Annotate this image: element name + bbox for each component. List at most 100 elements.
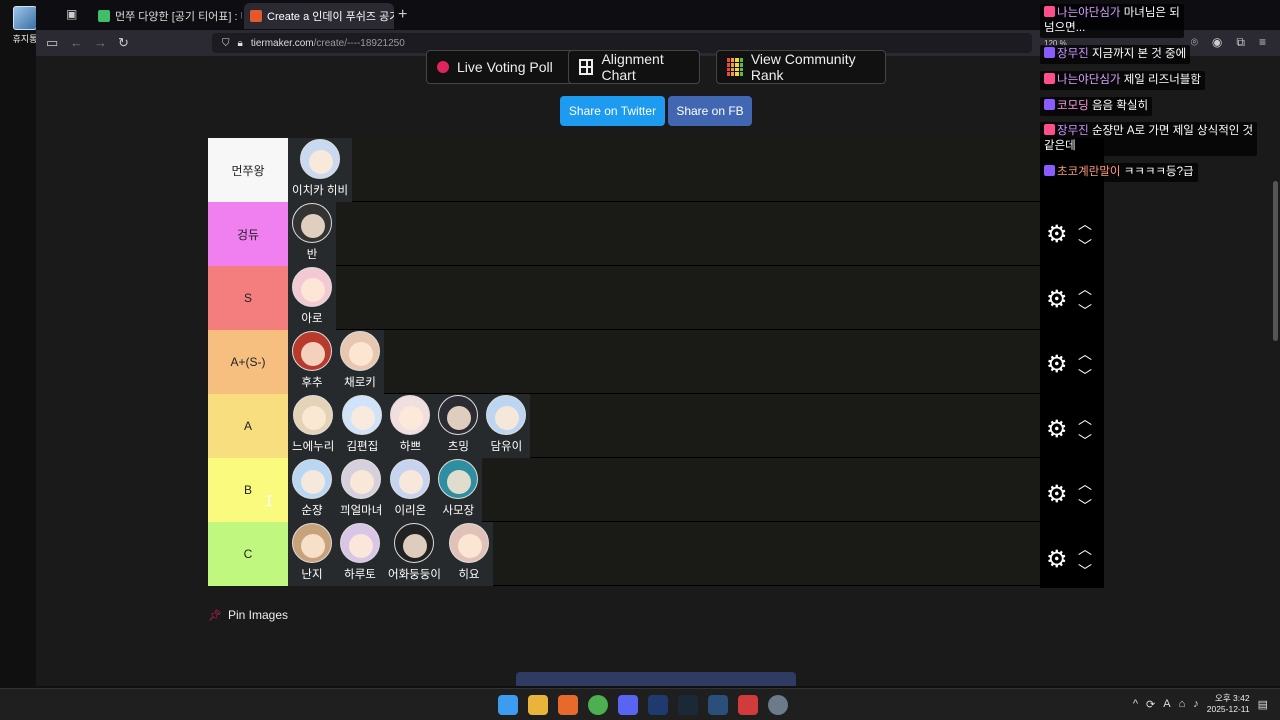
gear-icon[interactable]: ⚙: [1046, 223, 1068, 247]
settings-gear-icon[interactable]: [768, 695, 788, 715]
chevron-up-icon[interactable]: ︿: [1078, 542, 1092, 556]
gear-icon[interactable]: ⚙: [1046, 353, 1068, 377]
chevron-down-icon[interactable]: ﹀: [1078, 499, 1092, 513]
chevron-down-icon[interactable]: ﹀: [1078, 564, 1092, 578]
chevron-up-icon[interactable]: ︿: [1078, 412, 1092, 426]
tier-label[interactable]: C: [208, 522, 288, 586]
chat-nickname[interactable]: 나는야단심가: [1057, 7, 1120, 19]
tier-label[interactable]: S: [208, 266, 288, 330]
chat-nickname[interactable]: 장무진: [1057, 48, 1089, 60]
tab-tiermaker-create[interactable]: Create a 인데이 푸쉬즈 공기 E ✕: [244, 3, 394, 29]
share-twitter-button[interactable]: Share on Twitter: [560, 96, 665, 126]
tier-item[interactable]: 김편집: [338, 394, 387, 458]
chevron-up-icon[interactable]: ︿: [1078, 282, 1092, 296]
notification-icon[interactable]: ▤: [1258, 698, 1268, 711]
chevron-up-icon[interactable]: ︿: [1078, 477, 1092, 491]
tier-label[interactable]: A+(S-): [208, 330, 288, 394]
tier-items[interactable]: 아로: [288, 266, 336, 330]
sidebar-toggle-icon[interactable]: ▭: [46, 35, 58, 51]
tier-item[interactable]: 츠밍: [434, 394, 483, 458]
file-explorer-icon[interactable]: [528, 695, 548, 715]
tier-item[interactable]: 하쁘: [386, 394, 435, 458]
chat-message-row: 나는야단심가 제일 리즈너블함: [1040, 70, 1280, 96]
gear-icon[interactable]: ⚙: [1046, 418, 1068, 442]
chevron-up-icon[interactable]: ︿: [1078, 217, 1092, 231]
chevron-down-icon[interactable]: ﹀: [1078, 369, 1092, 383]
chat-nickname[interactable]: 나는야단심가: [1057, 74, 1120, 86]
tier-item[interactable]: 반: [288, 202, 336, 266]
share-fb-button[interactable]: Share on FB: [668, 96, 752, 126]
volume-icon[interactable]: ♪: [1193, 698, 1199, 710]
input-language-icon[interactable]: A: [1163, 698, 1170, 710]
tier-item[interactable]: 채로키: [336, 330, 384, 394]
character-avatar: [438, 395, 479, 435]
chevron-down-icon[interactable]: ﹀: [1078, 304, 1092, 318]
sync-icon[interactable]: ⟳: [1146, 698, 1155, 711]
steam-icon[interactable]: [678, 695, 698, 715]
gear-icon[interactable]: ⚙: [1046, 483, 1068, 507]
tier-item[interactable]: 순쟝: [288, 458, 336, 522]
alignment-chart-button[interactable]: Alignment Chart: [568, 50, 700, 84]
chevron-down-icon[interactable]: ﹀: [1078, 239, 1092, 253]
chrome-icon[interactable]: [588, 695, 608, 715]
clock[interactable]: 오후 3:42 2025-12-11: [1207, 693, 1250, 715]
tier-items[interactable]: 느에누리 김편집 하쁘 츠밍 담유이: [288, 394, 531, 458]
tier-item[interactable]: 이치카 히비: [288, 138, 353, 202]
character-avatar: [292, 331, 332, 371]
tier-item[interactable]: 히요: [444, 522, 493, 586]
tab-tier-list-post[interactable]: 먼쭈 다양한 [공기 티어표] : 네 ✕: [92, 3, 242, 29]
tier-row-controls: ⚙ ︿ ﹀: [1040, 333, 1104, 397]
tier-items[interactable]: 후추 채로키: [288, 330, 384, 394]
gear-icon[interactable]: ⚙: [1046, 548, 1068, 572]
tier-items[interactable]: 반: [288, 202, 336, 266]
new-tab-icon[interactable]: +: [398, 6, 407, 24]
tier-label[interactable]: A: [208, 394, 288, 458]
shield-icon[interactable]: ⛉: [222, 38, 230, 49]
tier-label[interactable]: 겅듀: [208, 202, 288, 266]
view-community-rank-button[interactable]: View Community Rank: [716, 50, 886, 84]
tier-label[interactable]: B: [208, 458, 288, 522]
tray-chevron-icon[interactable]: ^: [1133, 698, 1138, 710]
tier-items[interactable]: 순쟝 끠얼마녀 이리온 사모장: [288, 458, 483, 522]
tier-item[interactable]: 끠얼마녀: [336, 458, 387, 522]
page-scrollbar[interactable]: [1273, 181, 1278, 341]
windows-start-icon[interactable]: [498, 695, 518, 715]
visual-studio-icon[interactable]: [648, 695, 668, 715]
tier-item[interactable]: 후추: [288, 330, 336, 394]
tier-item[interactable]: 사모장: [434, 458, 483, 522]
tab-overview-icon[interactable]: ▣: [66, 7, 82, 23]
chat-nickname[interactable]: 장무진: [1057, 125, 1089, 137]
chat-text: 제일 리즈너블함: [1123, 74, 1201, 86]
forward-icon[interactable]: →: [94, 35, 107, 50]
tier-items[interactable]: 이치카 히비: [288, 138, 353, 202]
firefox-icon[interactable]: [558, 695, 578, 715]
tier-item[interactable]: 담유이: [482, 394, 531, 458]
tier-items[interactable]: 난지 하루토 어화둥둥이 히요: [288, 522, 493, 586]
pin-images-toggle[interactable]: 📌︎ Pin Images: [208, 608, 288, 622]
tier-item[interactable]: 어화둥둥이: [384, 522, 445, 586]
tier-item[interactable]: 난지: [288, 522, 336, 586]
tier-item[interactable]: 아로: [288, 266, 336, 330]
chat-nickname[interactable]: 초코계란말이: [1057, 166, 1120, 178]
discord-icon[interactable]: [618, 695, 638, 715]
chat-nickname[interactable]: 코모딩: [1057, 100, 1089, 112]
tier-item[interactable]: 이리온: [386, 458, 435, 522]
gear-icon[interactable]: ⚙: [1046, 288, 1068, 312]
ublock-icon[interactable]: [738, 695, 758, 715]
rsi-launcher-icon[interactable]: [708, 695, 728, 715]
clock-time: 오후 3:42: [1215, 693, 1250, 703]
tier-row: A 느에누리 김편집 하쁘 츠밍 담유이: [208, 394, 1040, 458]
lock-icon[interactable]: 🔒︎: [238, 38, 243, 49]
tier-item[interactable]: 하루토: [336, 522, 384, 586]
save-download-bar[interactable]: [516, 672, 796, 686]
chevron-down-icon[interactable]: ﹀: [1078, 434, 1092, 448]
chat-badge-icon: [1044, 99, 1055, 110]
back-icon[interactable]: ←: [70, 35, 83, 50]
live-voting-poll-button[interactable]: Live Voting Poll: [426, 50, 586, 84]
reload-icon[interactable]: ↻: [118, 35, 129, 51]
chevron-up-icon[interactable]: ︿: [1078, 347, 1092, 361]
tier-item[interactable]: 느에누리: [288, 394, 339, 458]
url-path: /create/----18921250: [313, 37, 405, 49]
tier-label[interactable]: 먼쭈왕: [208, 138, 288, 202]
network-icon[interactable]: ⌂: [1179, 698, 1186, 710]
